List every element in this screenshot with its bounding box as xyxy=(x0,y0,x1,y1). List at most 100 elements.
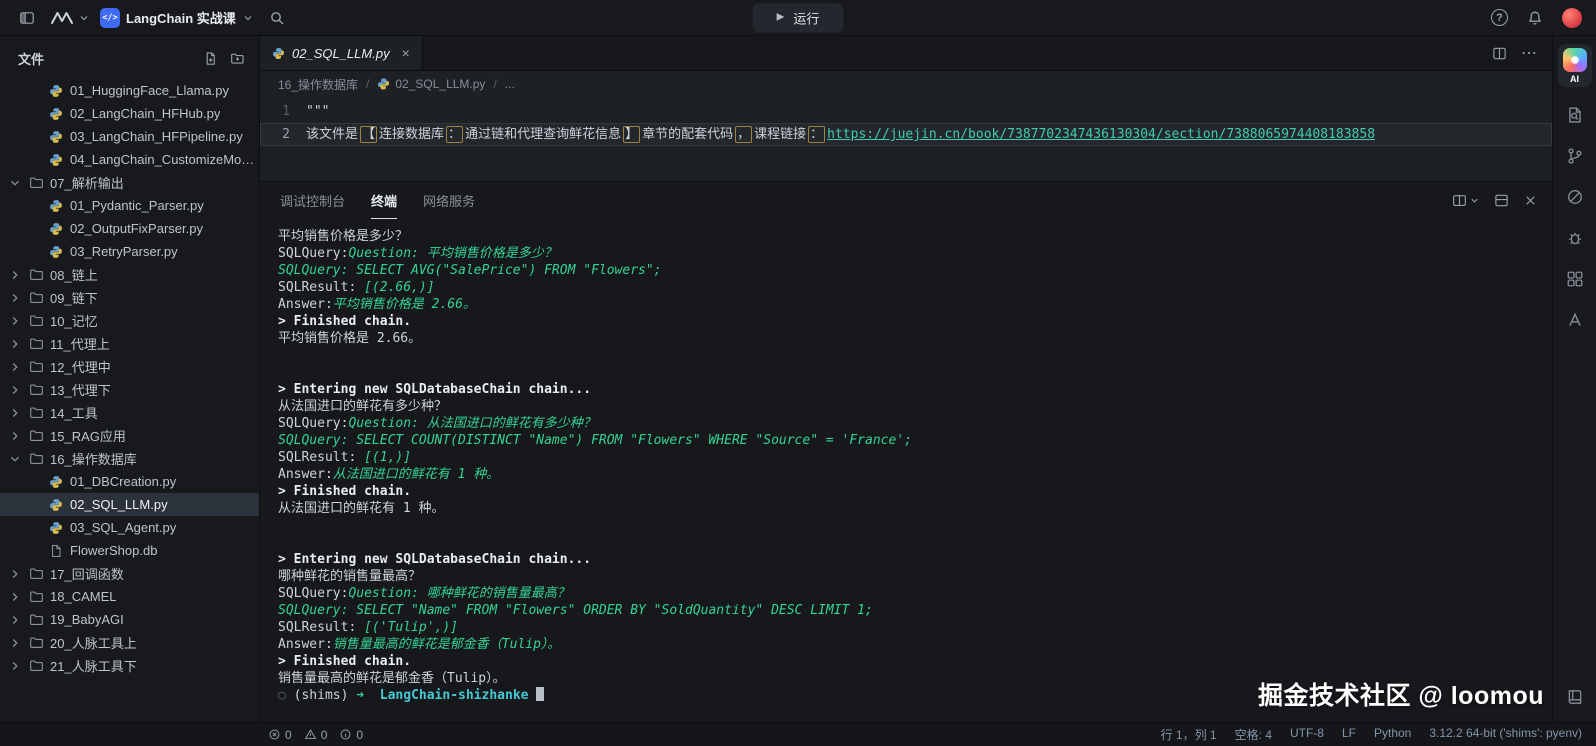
search-icon xyxy=(269,10,285,26)
panel-layout-button[interactable] xyxy=(1452,193,1480,208)
help-button[interactable]: ? xyxy=(1491,9,1508,26)
tree-folder-item[interactable]: 18_CAMEL xyxy=(0,585,259,608)
editor-column: 02_SQL_LLM.py × ⋯ 16_操作数据库 / 02_SQL_LLM.py… xyxy=(260,36,1552,722)
project-badge: </> xyxy=(100,8,120,28)
tree-folder-item[interactable]: 17_回调函数 xyxy=(0,562,259,585)
breadcrumb-item[interactable]: 16_操作数据库 xyxy=(278,76,358,93)
run-button[interactable]: ▶ 运行 xyxy=(753,3,844,32)
tree-file-item[interactable]: 01_DBCreation.py xyxy=(0,470,259,493)
tree-folder-item[interactable]: 14_工具 xyxy=(0,401,259,424)
code-line[interactable]: 2该文件是【连接数据库：通过链和代理查询鲜花信息】章节的配套代码，课程链接：ht… xyxy=(260,123,1552,146)
tree-file-item[interactable]: 04_LangChain_CustomizeMod... xyxy=(0,148,259,171)
error-indicator[interactable]: 0 xyxy=(268,728,292,742)
extensions-button[interactable] xyxy=(1561,266,1589,292)
app-logo-menu[interactable] xyxy=(50,10,90,26)
status-item[interactable]: UTF-8 xyxy=(1290,726,1324,743)
folder-icon xyxy=(28,451,44,466)
ai-panel-button[interactable]: AI xyxy=(1558,44,1592,87)
breadcrumb-item[interactable]: 02_SQL_LLM.py xyxy=(377,77,485,91)
folder-icon xyxy=(28,382,44,397)
tree-file-item[interactable]: 02_OutputFixParser.py xyxy=(0,217,259,240)
tree-folder-item[interactable]: 15_RAG应用 xyxy=(0,424,259,447)
tree-item-label: 02_LangChain_HFHub.py xyxy=(70,106,220,121)
status-item[interactable]: LF xyxy=(1342,726,1356,743)
split-editor-icon[interactable] xyxy=(1492,46,1507,61)
tree-folder-item[interactable]: 12_代理中 xyxy=(0,355,259,378)
panel-tab[interactable]: 调试控制台 xyxy=(280,182,345,219)
tree-file-item[interactable]: 03_RetryParser.py xyxy=(0,240,259,263)
tree-file-item[interactable]: 02_LangChain_HFHub.py xyxy=(0,102,259,125)
tree-file-item[interactable]: 03_LangChain_HFPipeline.py xyxy=(0,125,259,148)
terminal-cursor xyxy=(536,687,544,701)
layout-sidebar-icon xyxy=(19,10,35,26)
tree-file-item[interactable]: FlowerShop.db xyxy=(0,539,259,562)
toggle-sidebar-button[interactable] xyxy=(14,6,40,30)
breadcrumb-item[interactable]: ... xyxy=(505,77,515,91)
tree-folder-item[interactable]: 19_BabyAGI xyxy=(0,608,259,631)
run-button-label: 运行 xyxy=(793,8,819,27)
status-item[interactable]: Python xyxy=(1374,726,1411,743)
tree-folder-item[interactable]: 11_代理上 xyxy=(0,332,259,355)
panel-tab[interactable]: 终端 xyxy=(371,182,397,219)
file-tree: 01_HuggingFace_Llama.py 02_LangChain_HFHu… xyxy=(0,77,259,722)
new-file-icon[interactable] xyxy=(203,51,218,66)
typography-button[interactable] xyxy=(1561,307,1589,333)
new-folder-icon[interactable] xyxy=(230,51,245,66)
tree-item-label: 12_代理中 xyxy=(50,357,111,376)
tree-folder-item[interactable]: 09_链下 xyxy=(0,286,259,309)
tree-file-item[interactable]: 03_SQL_Agent.py xyxy=(0,516,259,539)
activity-bar-items: AI xyxy=(1558,44,1592,333)
breadcrumb-separator: / xyxy=(493,77,496,91)
chevron-right-icon xyxy=(8,567,22,581)
ide-window: </> LangChain 实战课 ▶ 运行 ? xyxy=(0,0,1596,746)
file-search-button[interactable] xyxy=(1561,102,1589,128)
status-item[interactable]: 3.12.2 64-bit ('shims': pyenv) xyxy=(1429,726,1582,743)
tree-item-label: 02_SQL_LLM.py xyxy=(70,497,168,512)
code-line[interactable]: 1""" xyxy=(260,100,1552,123)
notifications-button[interactable] xyxy=(1522,6,1548,30)
tree-item-label: 21_人脉工具下 xyxy=(50,656,137,675)
tree-file-item[interactable]: 01_HuggingFace_Llama.py xyxy=(0,79,259,102)
code-area[interactable]: 1"""2该文件是【连接数据库：通过链和代理查询鲜花信息】章节的配套代码，课程链… xyxy=(260,97,1552,181)
close-tab-icon[interactable]: × xyxy=(402,45,410,61)
terminal-output[interactable]: 平均销售价格是多少？SQLQuery:Question: 平均销售价格是多少？S… xyxy=(260,219,1552,722)
python-icon xyxy=(48,521,64,535)
tree-folder-item[interactable]: 07_解析输出 xyxy=(0,171,259,194)
tree-item-label: 08_链上 xyxy=(50,265,98,284)
tree-folder-item[interactable]: 13_代理下 xyxy=(0,378,259,401)
explorer-title: 文件 xyxy=(18,49,44,68)
maximize-panel-icon[interactable] xyxy=(1494,193,1509,208)
tree-item-label: 01_Pydantic_Parser.py xyxy=(70,198,204,213)
more-actions-icon[interactable]: ⋯ xyxy=(1521,43,1538,63)
debug-button[interactable] xyxy=(1561,225,1589,251)
editor-tab[interactable]: 02_SQL_LLM.py × xyxy=(260,36,423,70)
tree-folder-item[interactable]: 20_人脉工具上 xyxy=(0,631,259,654)
terminal-line: 平均销售价格是 2.66。 xyxy=(278,330,1552,347)
terminal-line: > Entering new SQLDatabaseChain chain... xyxy=(278,381,1552,398)
status-item[interactable]: 空格: 4 xyxy=(1235,726,1272,743)
tree-folder-item[interactable]: 21_人脉工具下 xyxy=(0,654,259,677)
panel-tab[interactable]: 网络服务 xyxy=(423,182,475,219)
warning-indicator[interactable]: 0 xyxy=(304,728,328,742)
docs-book-button[interactable] xyxy=(1561,684,1589,710)
line-number: 1 xyxy=(260,100,306,123)
circle-slash-button[interactable] xyxy=(1561,184,1589,210)
user-avatar[interactable] xyxy=(1562,8,1582,28)
chevron-down-icon xyxy=(242,12,254,24)
tree-folder-item[interactable]: 10_记忆 xyxy=(0,309,259,332)
python-icon xyxy=(48,199,64,213)
tree-folder-item[interactable]: 16_操作数据库 xyxy=(0,447,259,470)
search-button[interactable] xyxy=(264,6,290,30)
tree-item-label: 03_SQL_Agent.py xyxy=(70,520,176,535)
status-item[interactable]: 行 1，列 1 xyxy=(1161,726,1217,743)
close-panel-icon[interactable] xyxy=(1523,193,1538,208)
source-control-button[interactable] xyxy=(1561,143,1589,169)
project-switcher[interactable]: </> LangChain 实战课 xyxy=(100,8,254,28)
tree-file-item[interactable]: 02_SQL_LLM.py xyxy=(0,493,259,516)
tree-folder-item[interactable]: 08_链上 xyxy=(0,263,259,286)
info-indicator[interactable]: 0 xyxy=(339,728,363,742)
terminal-line xyxy=(278,517,1552,534)
folder-icon xyxy=(28,290,44,305)
python-icon xyxy=(48,222,64,236)
tree-file-item[interactable]: 01_Pydantic_Parser.py xyxy=(0,194,259,217)
